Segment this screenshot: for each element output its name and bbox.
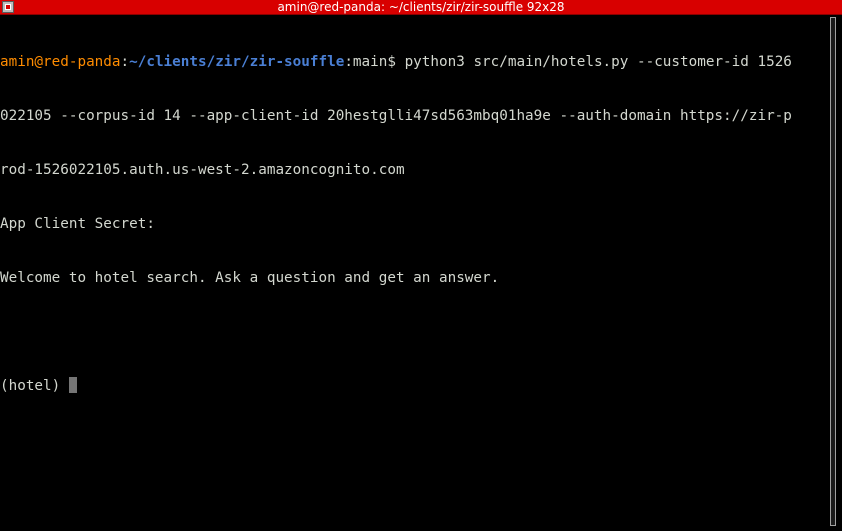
terminal-line: Welcome to hotel search. Ask a question … <box>0 270 500 286</box>
prompt-git-branch: :main <box>344 54 388 70</box>
prompt-colon: : <box>120 54 130 70</box>
hotel-prompt-text: (hotel) <box>0 378 69 394</box>
prompt-path: ~/clients/zir/zir-souffle <box>129 54 345 70</box>
terminal-output[interactable]: amin@red-panda:~/clients/zir/zir-souffle… <box>0 17 828 531</box>
terminal-line-hotel-prompt[interactable]: (hotel) <box>0 377 828 395</box>
terminal-line-prompt: amin@red-panda:~/clients/zir/zir-souffle… <box>0 53 828 71</box>
scrollbar-thumb[interactable] <box>830 17 836 526</box>
window-title: amin@red-panda: ~/clients/zir/zir-souffl… <box>277 0 565 14</box>
prompt-user-host: amin@red-panda <box>0 54 121 70</box>
terminal-window: amin@red-panda: ~/clients/zir/zir-souffl… <box>0 0 842 531</box>
prompt-dollar: $ <box>387 54 405 70</box>
command-text: python3 src/main/hotels.py --customer-id… <box>404 54 792 70</box>
terminal-line: 022105 --corpus-id 14 --app-client-id 20… <box>0 108 792 124</box>
terminal-line: App Client Secret: <box>0 216 155 232</box>
terminal-line: rod-1526022105.auth.us-west-2.amazoncogn… <box>0 162 405 178</box>
text-cursor <box>68 377 77 393</box>
terminal-scrollbar[interactable] <box>828 17 840 526</box>
window-titlebar[interactable]: amin@red-panda: ~/clients/zir/zir-souffl… <box>0 0 842 15</box>
